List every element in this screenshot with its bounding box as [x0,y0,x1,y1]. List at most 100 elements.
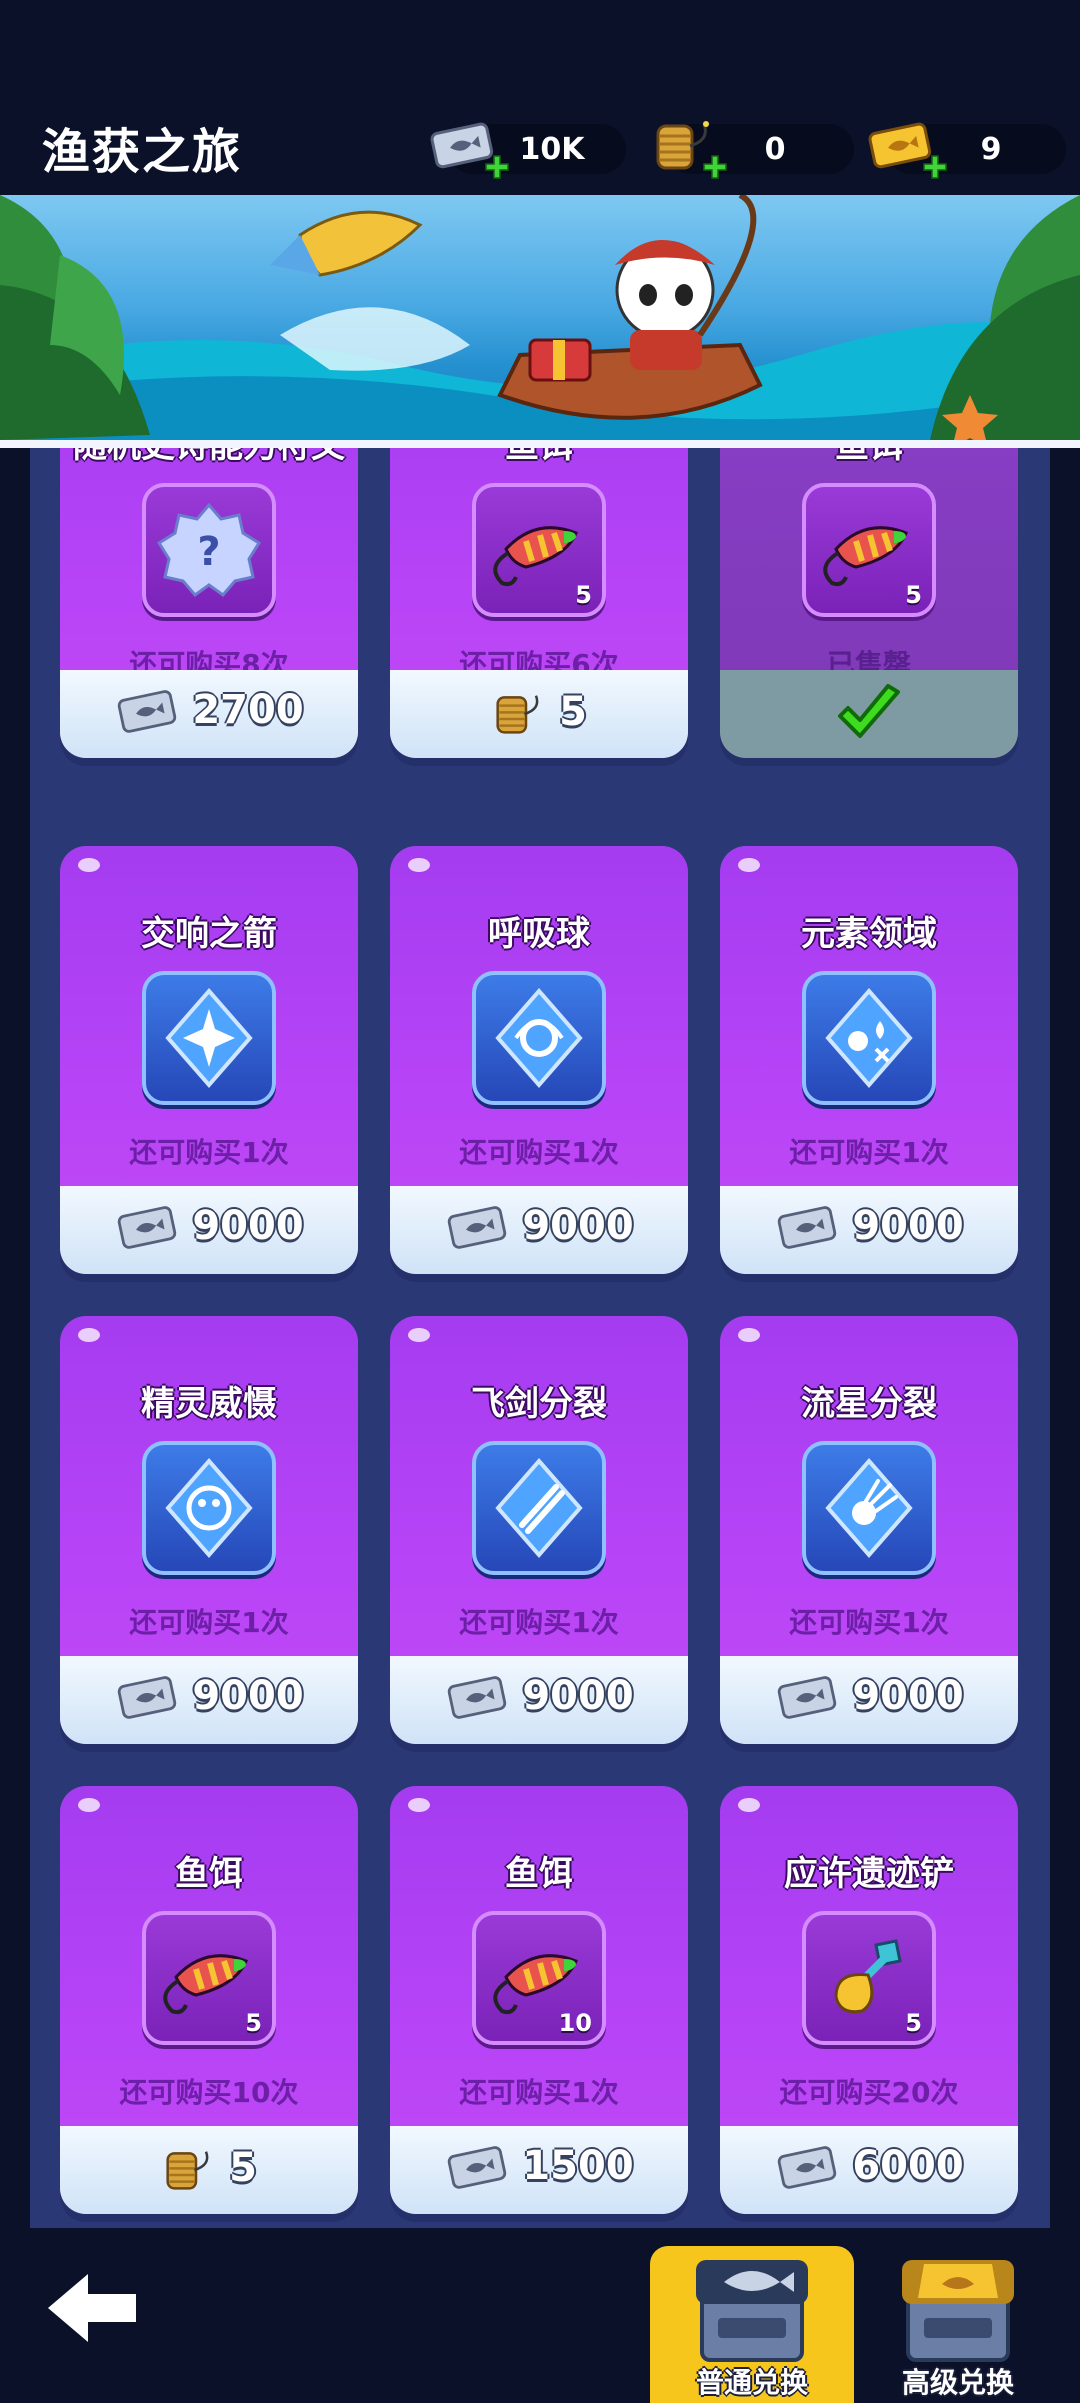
purchase-limit: 还可购买1次 [459,1136,619,1169]
skill-arrow-icon [165,987,253,1089]
fish-ticket-icon [448,2146,507,2189]
item-title: 鱼饵 [505,1854,573,1894]
shop-card[interactable]: 应许遗迹铲 5 还可购买20次 6000 [720,1786,1018,2214]
price-button[interactable]: 5 [60,2126,358,2214]
currency-value: 0 [764,132,786,167]
card-gloss [738,858,760,872]
card-gloss [738,1798,760,1812]
price-value: 9000 [522,1203,634,1249]
price-button[interactable]: 2700 [60,670,358,758]
purchase-limit: 还可购买20次 [779,2076,959,2109]
shop-card[interactable]: 流星分裂 还可购买1次 9000 [720,1316,1018,1744]
tab-advanced-exchange[interactable]: 高级兑换 [856,2246,1060,2403]
item-title: 鱼饵 [175,1854,243,1894]
exchange-shop-grid[interactable]: 随机史诗能力符文 ? 还可购买8次 2700 鱼饵 5 [30,448,1050,2228]
price-button[interactable]: 9000 [60,1186,358,1274]
price-value: 5 [229,2145,257,2191]
currency-value: 10K [519,132,585,167]
shop-card-sold-out: 鱼饵 5 已售罄 [720,448,1018,758]
top-bar: 渔获之旅 10K 0 9 [0,0,1080,195]
item-title: 精灵威慑 [141,1384,277,1424]
item-title: 交响之箭 [141,914,277,954]
item-icon-tile [142,971,276,1105]
fish-ticket-icon [118,690,177,733]
card-gloss [408,858,430,872]
shop-card[interactable]: 飞剑分裂 还可购买1次 9000 [390,1316,688,1744]
item-title: 飞剑分裂 [471,1384,607,1424]
item-title: 随机史诗能力符文 [60,448,358,467]
fish-ticket-icon [778,1676,837,1719]
price-value: 9000 [852,1673,964,1719]
card-gloss [78,1798,100,1812]
shop-card[interactable]: 元素领域 还可购买1次 9000 [720,846,1018,1274]
price-value: 9000 [192,1203,304,1249]
card-gloss [408,1328,430,1342]
fish-ticket-icon [448,1206,507,1249]
price-value: 9000 [852,1203,964,1249]
shop-card[interactable]: 随机史诗能力符文 ? 还可购买8次 2700 [60,448,358,758]
fishing-line-spool-icon [496,695,539,734]
skill-orb-icon [495,987,583,1089]
price-button[interactable]: 1500 [390,2126,688,2214]
item-icon-tile: 10 [472,1911,606,2045]
item-icon-tile [802,1441,936,1575]
shop-card[interactable]: 鱼饵 5 还可购买10次 5 [60,1786,358,2214]
currency-gold-ticket[interactable]: 9 [868,122,1066,179]
event-banner [0,195,1080,440]
sold-out-bar [720,670,1018,758]
price-value: 9000 [192,1673,304,1719]
item-title: 流星分裂 [801,1384,937,1424]
item-quantity: 5 [575,581,592,609]
random-rune-icon: ? [156,502,262,598]
item-icon-tile: 5 [142,1911,276,2045]
currency-fishing-line[interactable]: 0 [656,121,854,179]
tab-label: 高级兑换 [901,2366,1014,2399]
shop-card[interactable]: 交响之箭 还可购买1次 9000 [60,846,358,1274]
currency-fish-ticket[interactable]: 10K [430,122,626,179]
item-icon-tile: 5 [472,483,606,617]
fish-ticket-icon [778,1206,837,1249]
price-value: 2700 [192,687,304,733]
back-arrow-icon[interactable] [42,2268,142,2348]
skill-element-field-icon [825,987,913,1089]
item-icon-tile: 5 [802,1911,936,2045]
card-gloss [408,1798,430,1812]
price-button[interactable]: 9000 [60,1656,358,1744]
skill-meteor-icon [825,1457,913,1559]
price-button[interactable]: 9000 [390,1186,688,1274]
banner-divider [0,440,1080,448]
item-quantity: 5 [905,581,922,609]
skill-flying-sword-icon [495,1457,583,1559]
price-button[interactable]: 5 [390,670,688,758]
price-button[interactable]: 9000 [720,1656,1018,1744]
price-button[interactable]: 6000 [720,2126,1018,2214]
purchase-limit: 还可购买10次 [119,2076,299,2109]
card-gloss [78,1328,100,1342]
purchase-limit: 还可购买1次 [789,1606,949,1639]
price-button[interactable]: 9000 [390,1656,688,1744]
bottom-bar: 普通兑换 高级兑换 [0,2228,1080,2403]
purchase-limit: 还可购买1次 [459,1606,619,1639]
shop-card[interactable]: 鱼饵 5 还可购买6次 5 [390,448,688,758]
item-icon-tile [472,1441,606,1575]
fish-ticket-icon [448,1676,507,1719]
item-icon-tile [472,971,606,1105]
price-value: 1500 [522,2143,634,2189]
svg-text:?: ? [197,529,220,575]
skill-spirit-icon [165,1457,253,1559]
shop-card[interactable]: 精灵威慑 还可购买1次 9000 [60,1316,358,1744]
item-title: 呼吸球 [488,914,590,954]
fish-ticket-icon [118,1206,177,1249]
shop-card[interactable]: 鱼饵 10 还可购买1次 1500 [390,1786,688,2214]
check-icon [838,684,900,738]
price-button[interactable]: 9000 [720,1186,1018,1274]
fish-exchange-machine-icon [696,2260,808,2362]
item-quantity: 5 [245,2009,262,2037]
item-icon-tile: 5 [802,483,936,617]
purchase-limit: 还可购买1次 [789,1136,949,1169]
purchase-limit: 还可购买1次 [129,1606,289,1639]
item-icon-tile [802,971,936,1105]
shop-card[interactable]: 呼吸球 还可购买1次 9000 [390,846,688,1274]
item-title: 鱼饵 [390,448,688,467]
tab-normal-exchange[interactable]: 普通兑换 [650,2246,854,2403]
